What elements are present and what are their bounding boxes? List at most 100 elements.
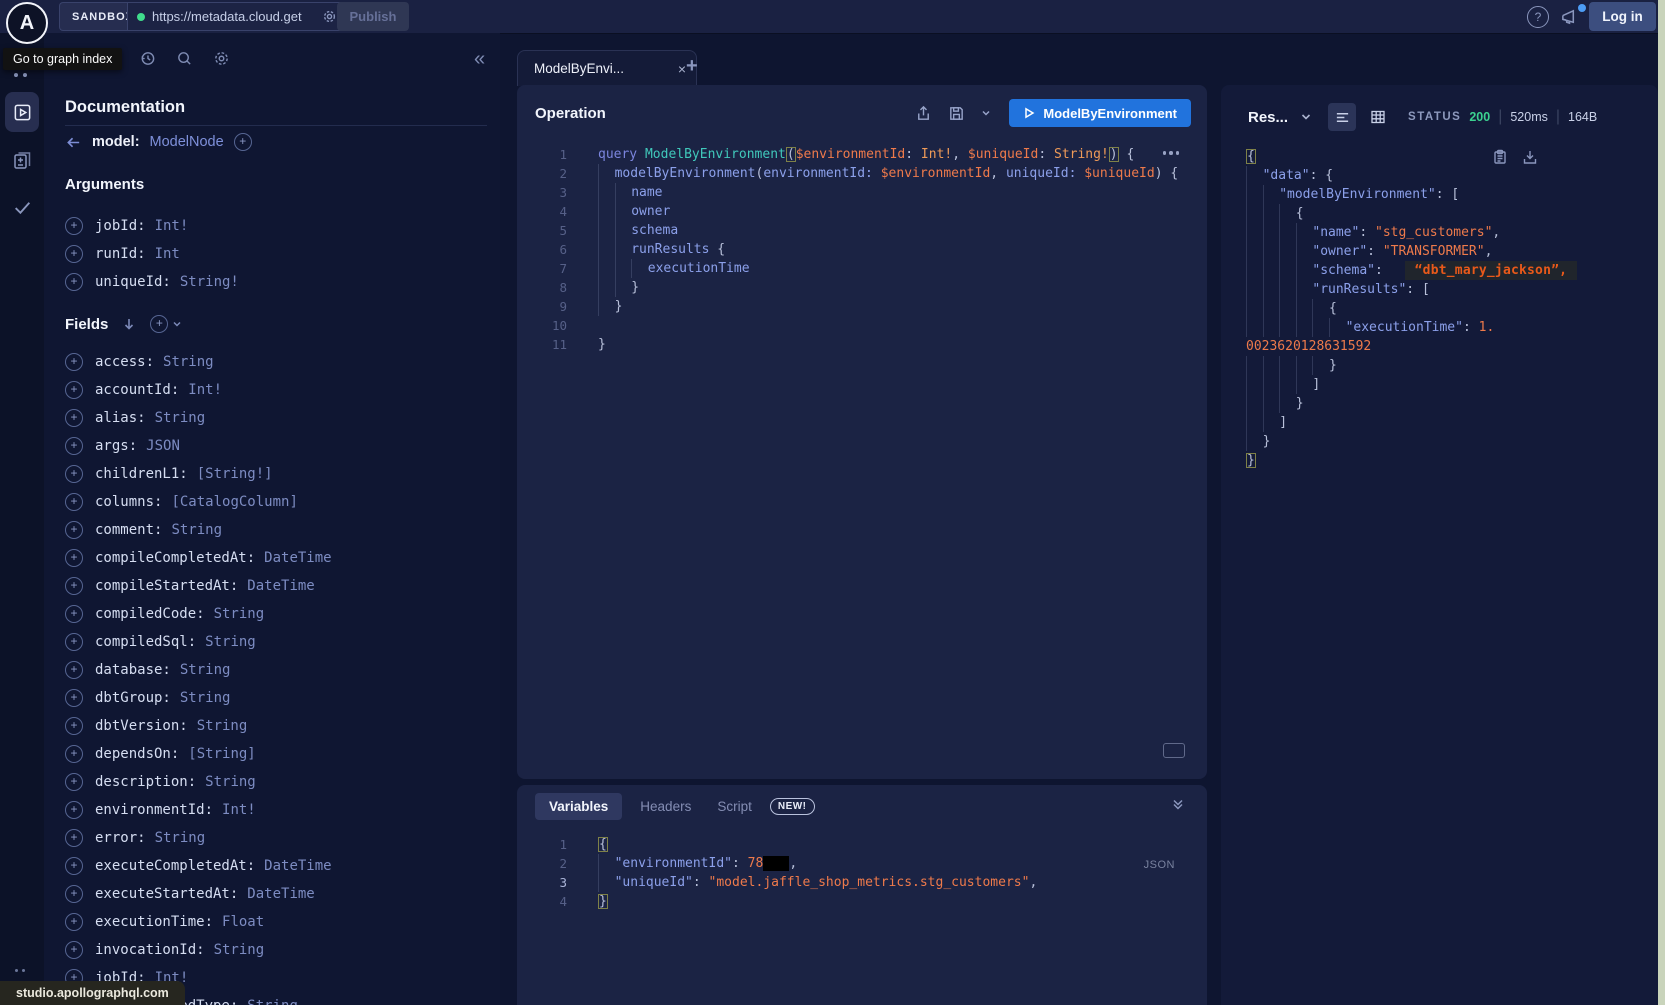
field-type[interactable]: DateTime — [264, 858, 331, 874]
response-chevron-icon[interactable] — [1300, 111, 1312, 123]
table-view-button[interactable] — [1364, 103, 1392, 131]
add-field-icon[interactable]: + — [65, 521, 83, 539]
variables-code-editor[interactable]: 1{2"environmentId": 78,3"uniqueId": "mod… — [517, 835, 1207, 911]
operation-code-editor[interactable]: 1query ModelByEnvironment($environmentId… — [517, 145, 1207, 354]
tab-variables[interactable]: Variables — [535, 793, 622, 820]
add-field-icon[interactable]: + — [65, 745, 83, 763]
json-view-button[interactable] — [1328, 103, 1356, 131]
field-row[interactable]: +description:String — [44, 768, 500, 796]
keyboard-shortcuts-icon[interactable] — [1163, 743, 1185, 758]
sort-fields-icon[interactable] — [122, 317, 136, 331]
field-row[interactable]: +runId:Int — [44, 240, 500, 268]
field-row[interactable]: +alias:String — [44, 404, 500, 432]
add-field-icon[interactable]: + — [65, 465, 83, 483]
field-type[interactable]: String — [155, 410, 206, 426]
apollo-logo[interactable]: A — [6, 2, 48, 44]
field-type[interactable]: DateTime — [247, 578, 314, 594]
history-icon[interactable] — [139, 50, 156, 67]
more-nav-icon[interactable] — [15, 969, 25, 972]
share-icon[interactable] — [915, 105, 932, 122]
field-type[interactable]: [CatalogColumn] — [171, 494, 297, 510]
field-row[interactable]: +compiledSql:String — [44, 628, 500, 656]
field-row[interactable]: +access:String — [44, 348, 500, 376]
add-field-icon[interactable]: + — [234, 133, 252, 151]
add-field-icon[interactable]: + — [65, 941, 83, 959]
breadcrumb-field-type[interactable]: ModelNode — [150, 134, 224, 150]
field-row[interactable]: +compiledCode:String — [44, 600, 500, 628]
field-type[interactable]: String — [197, 718, 248, 734]
add-field-icon[interactable]: + — [65, 217, 83, 235]
tab-script[interactable]: Script — [717, 799, 752, 814]
add-field-icon[interactable]: + — [65, 409, 83, 427]
operation-tab[interactable]: ModelByEnvi... × — [517, 50, 697, 86]
add-field-icon[interactable]: + — [65, 913, 83, 931]
field-type[interactable]: String! — [180, 274, 239, 290]
field-row[interactable]: +invocationId:String — [44, 936, 500, 964]
field-row[interactable]: +dependsOn:[String] — [44, 740, 500, 768]
field-type[interactable]: Int! — [188, 382, 222, 398]
add-field-icon[interactable]: + — [65, 493, 83, 511]
field-row[interactable]: +dbtGroup:String — [44, 684, 500, 712]
response-title[interactable]: Res... — [1248, 109, 1288, 126]
field-type[interactable]: String — [155, 830, 206, 846]
collapse-variables-icon[interactable] — [1171, 797, 1185, 811]
collapse-docs-icon[interactable]: « — [474, 48, 485, 71]
add-field-icon[interactable]: + — [65, 577, 83, 595]
help-icon[interactable]: ? — [1527, 6, 1549, 28]
field-row[interactable]: +comment:String — [44, 516, 500, 544]
field-type[interactable]: String — [214, 942, 265, 958]
field-type[interactable]: DateTime — [247, 886, 314, 902]
run-operation-button[interactable]: ModelByEnvironment — [1009, 99, 1191, 127]
search-icon[interactable] — [176, 50, 193, 67]
field-type[interactable]: String — [163, 354, 214, 370]
field-row[interactable]: +environmentId:Int! — [44, 796, 500, 824]
field-row[interactable]: +dbtVersion:String — [44, 712, 500, 740]
endpoint-url[interactable]: https://metadata.cloud.get — [152, 9, 315, 24]
field-row[interactable]: +accountId:Int! — [44, 376, 500, 404]
settings-icon[interactable] — [213, 50, 230, 67]
field-type[interactable]: Int! — [222, 802, 256, 818]
response-json-view[interactable]: {"data": {"modelByEnvironment": [{"name"… — [1221, 147, 1658, 470]
add-field-icon[interactable]: + — [65, 689, 83, 707]
add-field-icon[interactable]: + — [65, 245, 83, 263]
add-field-icon[interactable]: + — [65, 801, 83, 819]
add-field-icon[interactable]: + — [65, 549, 83, 567]
add-field-icon[interactable]: + — [65, 437, 83, 455]
save-icon[interactable] — [948, 105, 965, 122]
add-field-icon[interactable]: + — [65, 633, 83, 651]
graph-index-icon[interactable] — [14, 73, 27, 77]
announcements-icon[interactable] — [1560, 7, 1579, 26]
explorer-nav-button[interactable] — [5, 92, 39, 132]
schema-nav-button[interactable] — [12, 150, 32, 170]
login-button[interactable]: Log in — [1589, 2, 1656, 31]
field-type[interactable]: Float — [222, 914, 264, 930]
field-type[interactable]: Int! — [155, 218, 189, 234]
add-all-fields-control[interactable]: + — [150, 315, 182, 333]
field-type[interactable]: String — [205, 634, 256, 650]
field-row[interactable]: +executionTime:Float — [44, 908, 500, 936]
field-row[interactable]: +error:String — [44, 824, 500, 852]
add-field-icon[interactable]: + — [65, 829, 83, 847]
field-row[interactable]: +compileCompletedAt:DateTime — [44, 544, 500, 572]
close-tab-icon[interactable]: × — [678, 61, 686, 77]
endpoint-settings-icon[interactable] — [322, 9, 337, 24]
field-type[interactable]: DateTime — [264, 550, 331, 566]
field-row[interactable]: +database:String — [44, 656, 500, 684]
add-field-icon[interactable]: + — [65, 773, 83, 791]
field-type[interactable]: String — [247, 998, 298, 1005]
field-type[interactable]: String — [205, 774, 256, 790]
field-type[interactable]: String — [171, 522, 222, 538]
field-row[interactable]: +columns:[CatalogColumn] — [44, 488, 500, 516]
field-row[interactable]: +compileStartedAt:DateTime — [44, 572, 500, 600]
add-field-icon[interactable]: + — [65, 717, 83, 735]
field-type[interactable]: JSON — [146, 438, 180, 454]
add-field-icon[interactable]: + — [65, 353, 83, 371]
field-row[interactable]: +executeStartedAt:DateTime — [44, 880, 500, 908]
endpoint-url-input[interactable]: https://metadata.cloud.get — [127, 2, 344, 31]
field-type[interactable]: Int — [155, 246, 180, 262]
new-tab-icon[interactable]: + — [686, 55, 698, 78]
field-type[interactable]: String — [214, 606, 265, 622]
field-type[interactable]: [String!] — [197, 466, 273, 482]
back-arrow-icon[interactable] — [65, 134, 82, 151]
field-row[interactable]: +args:JSON — [44, 432, 500, 460]
